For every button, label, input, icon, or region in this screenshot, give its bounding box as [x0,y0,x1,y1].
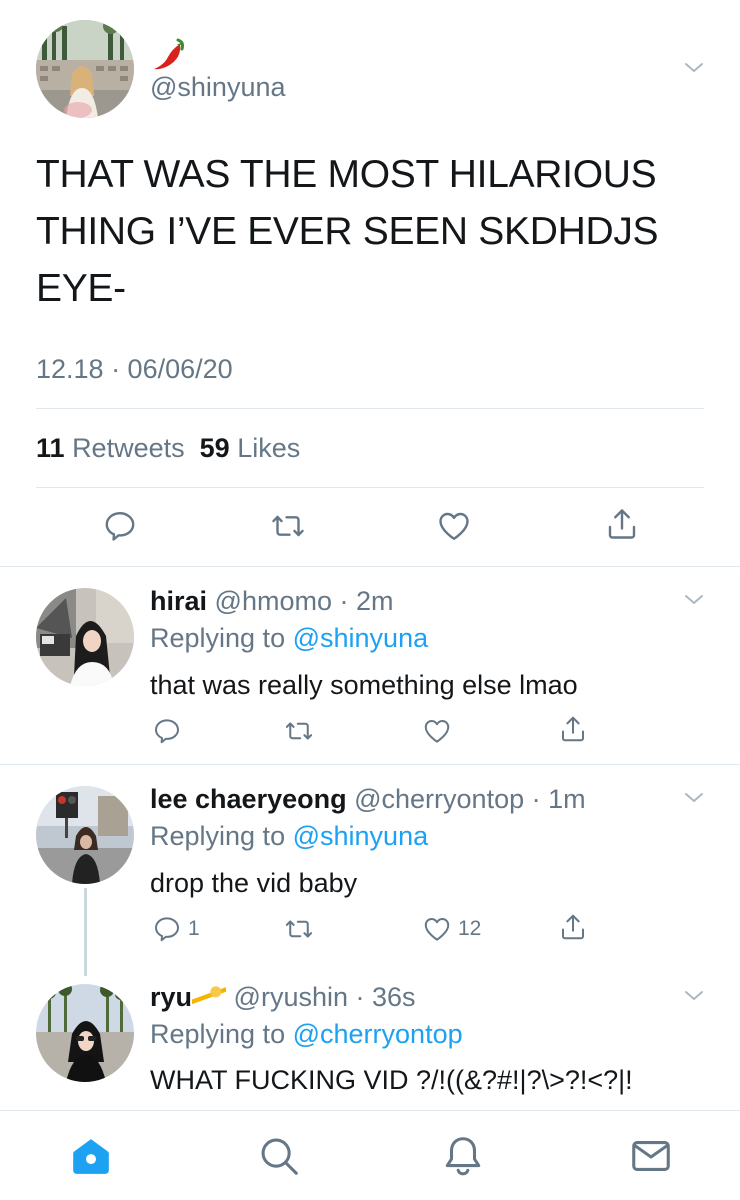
replying-to: Replying to @cherryontop [150,1019,463,1050]
reply-button[interactable] [102,508,138,544]
chevron-down-icon[interactable] [680,788,708,808]
retweet-icon [270,508,306,544]
reply-header: lee chaeryeong @cherryontop · 1m [150,784,586,815]
bell-icon[interactable] [440,1133,486,1179]
divider [36,408,704,409]
heart-icon [422,914,452,944]
like-button[interactable] [436,508,472,544]
share-button[interactable] [558,714,588,744]
pepper-emoji [150,34,190,70]
reply-header: hirai @hmomo · 2m [150,586,394,617]
retweet-button[interactable] [270,508,306,544]
replying-label: Replying to [150,1019,286,1049]
replying-label: Replying to [150,623,286,653]
share-icon [604,506,640,542]
author-handle[interactable]: @shinyuna [150,72,286,103]
tweet-stats: 11 Retweets 59 Likes [36,433,300,464]
like-button[interactable] [422,716,458,746]
reply-text: drop the vid baby [150,868,358,898]
share-button[interactable] [558,912,588,942]
reply-icon [152,914,182,944]
like-count: 12 [458,917,482,940]
heart-icon [436,508,472,544]
home-icon[interactable] [68,1133,114,1179]
retweet-button[interactable] [284,716,314,746]
likes-label[interactable]: Likes [237,433,300,463]
dizzy-emoji: 💫 [192,984,227,1010]
replying-to-handle[interactable]: @cherryontop [293,1019,463,1049]
avatar[interactable] [36,588,134,686]
reply-text: that was really something else lmao [150,670,578,700]
retweets-label[interactable]: Retweets [72,433,185,463]
retweet-icon [284,914,314,944]
chevron-down-icon[interactable] [680,590,708,610]
heart-icon [422,716,452,746]
reply-button[interactable]: 1 [152,914,200,944]
divider [0,764,740,765]
retweets-count[interactable]: 11 [36,433,65,463]
author-handle-time[interactable]: @cherryontop · 1m [354,784,586,814]
thread-line [84,888,87,976]
replying-to: Replying to @shinyuna [150,821,428,852]
chevron-down-icon[interactable] [680,58,708,78]
chevron-down-icon[interactable] [680,986,708,1006]
reply-count: 1 [188,917,200,940]
author-handle-time[interactable]: @hmomo · 2m [215,586,394,616]
reply-icon [102,508,138,544]
share-button[interactable] [604,506,640,542]
retweet-button[interactable] [284,914,314,944]
mail-icon[interactable] [628,1133,674,1179]
bottom-tab-bar [0,1110,740,1200]
search-icon[interactable] [256,1133,302,1179]
avatar[interactable] [36,984,134,1082]
replying-to-handle[interactable]: @shinyuna [293,623,429,653]
replying-to-handle[interactable]: @shinyuna [293,821,429,851]
share-icon [558,714,588,744]
reply-text: WHAT FUCKING VID ?/!((&?#!|?\>?!<?|! [150,1065,633,1095]
share-icon [558,912,588,942]
author-name[interactable]: lee chaeryeong [150,784,347,814]
retweet-icon [284,716,314,746]
author-name[interactable]: ryu [150,982,192,1012]
reply-icon [152,716,182,746]
author-handle-time[interactable]: @ryushin · 36s [234,982,416,1012]
reply-button[interactable] [152,716,188,746]
author-name[interactable]: hirai [150,586,207,616]
reply-header: ryu💫 @ryushin · 36s [150,982,416,1013]
tweet-timestamp: 12.18 · 06/06/20 [36,354,233,384]
like-button[interactable]: 12 [422,914,481,944]
replying-label: Replying to [150,821,286,851]
divider [0,566,740,567]
replying-to: Replying to @shinyuna [150,623,428,654]
tweet-text: THAT WAS THE MOST HILARIOUS THING I’VE E… [36,153,659,310]
avatar[interactable] [36,786,134,884]
avatar[interactable] [36,20,134,118]
divider [36,487,704,488]
likes-count[interactable]: 59 [200,433,230,463]
